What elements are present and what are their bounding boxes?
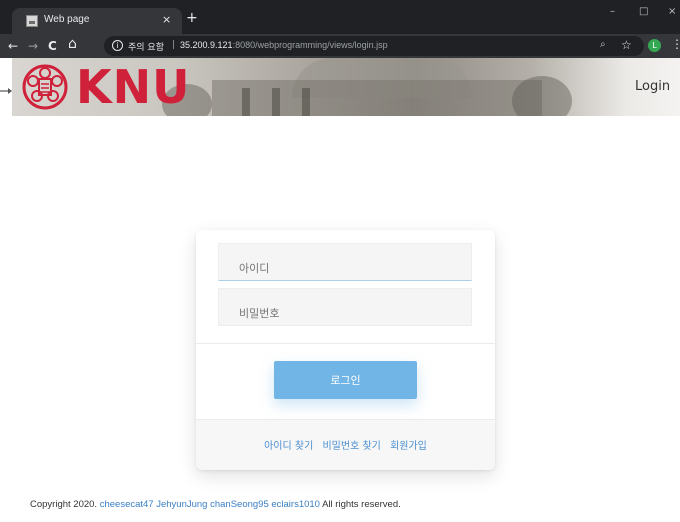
url-path: :8080/webprogramming/views/login.jsp — [232, 40, 388, 50]
header-bg-tree — [512, 76, 572, 116]
reload-icon[interactable]: C — [48, 38, 57, 54]
header-bg-column — [272, 88, 280, 116]
close-window-icon[interactable]: × — [668, 6, 676, 17]
login-button[interactable]: 로그인 — [274, 361, 417, 399]
knu-emblem-icon[interactable] — [22, 64, 68, 110]
browser-tab[interactable]: Web page × — [12, 8, 182, 34]
card-footer: 아이디 찾기 비밀번호 찾기 회원가입 — [196, 419, 495, 470]
copyright-suffix: All rights reserved. — [322, 499, 401, 510]
minimize-icon[interactable]: – — [610, 6, 615, 17]
pointer-arrow-icon — [0, 88, 12, 94]
header-bg-building — [212, 80, 542, 116]
home-icon[interactable]: ⌂ — [68, 36, 77, 52]
password-input[interactable] — [218, 288, 472, 326]
info-icon[interactable]: i — [112, 40, 123, 51]
browser-menu-icon[interactable]: ⋮ — [671, 37, 680, 51]
header-bg-column — [302, 88, 310, 116]
zoom-icon[interactable]: ⌕ — [600, 39, 606, 50]
address-bar: ← → C ⌂ i 주의 요함 | 35.200.9.121:8080/webp… — [0, 34, 680, 58]
security-label[interactable]: 주의 요함 — [128, 40, 164, 53]
copyright-prefix: Copyright 2020. — [30, 499, 98, 510]
copyright-footer: Copyright 2020. cheesecat47 JehyunJung c… — [30, 499, 401, 510]
new-tab-icon[interactable]: + — [186, 11, 198, 25]
copyright-authors[interactable]: cheesecat47 JehyunJung chanSeong95 eclai… — [100, 499, 320, 510]
id-input[interactable] — [218, 243, 472, 281]
tab-close-icon[interactable]: × — [162, 13, 171, 26]
url-separator: | — [172, 40, 176, 50]
header-bg-column — [242, 88, 250, 116]
profile-avatar[interactable]: L — [648, 39, 661, 52]
url-host: 35.200.9.121 — [180, 40, 233, 50]
maximize-icon[interactable]: □ — [639, 6, 648, 17]
site-logo-text[interactable]: KNU — [76, 58, 191, 116]
tab-title: Web page — [44, 14, 90, 25]
find-id-link[interactable]: 아이디 찾기 — [264, 441, 313, 452]
forward-icon[interactable]: → — [28, 38, 38, 54]
login-card: 로그인 아이디 찾기 비밀번호 찾기 회원가입 — [196, 230, 495, 470]
card-divider — [196, 343, 495, 344]
back-icon[interactable]: ← — [8, 38, 18, 54]
url-omnibox[interactable]: i 주의 요함 | 35.200.9.121:8080/webprogrammi… — [104, 36, 644, 56]
site-header: KNU Login — [12, 58, 680, 116]
signup-link[interactable]: 회원가입 — [390, 441, 427, 452]
url-text[interactable]: 35.200.9.121:8080/webprogramming/views/l… — [180, 40, 388, 50]
find-password-link[interactable]: 비밀번호 찾기 — [322, 441, 380, 452]
bookmark-star-icon[interactable]: ☆ — [621, 38, 632, 52]
browser-tab-bar: Web page × + – □ × — [0, 0, 680, 34]
page-favicon-icon — [26, 15, 38, 27]
account-links: 아이디 찾기 비밀번호 찾기 회원가입 — [196, 437, 495, 452]
nav-login-link[interactable]: Login — [635, 79, 670, 94]
